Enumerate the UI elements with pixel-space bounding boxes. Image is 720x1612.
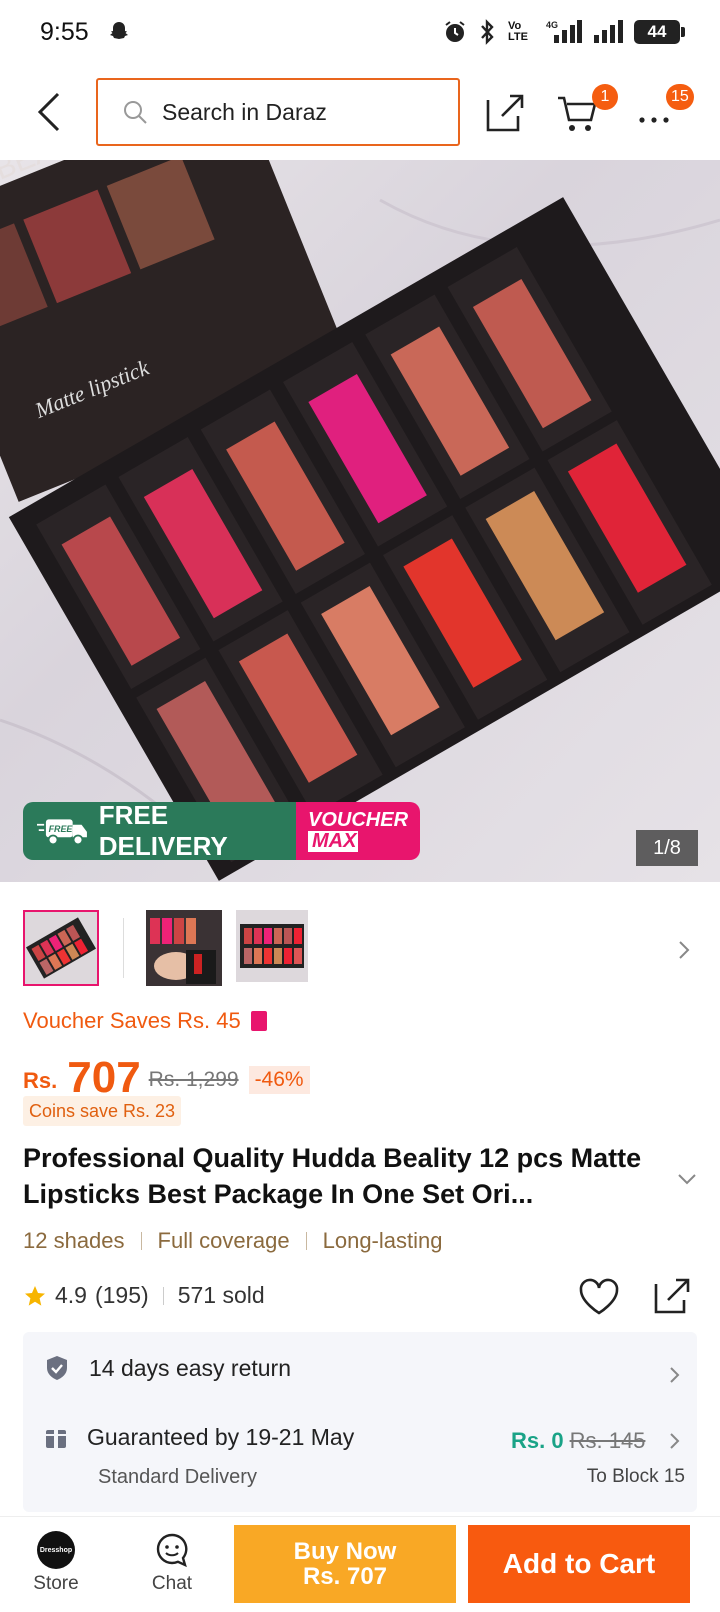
price-row: Rs. 707 Rs. 1,299 -46% xyxy=(23,1040,310,1100)
tag-divider xyxy=(140,1232,142,1250)
chat-label: Chat xyxy=(151,1573,193,1594)
rating-divider xyxy=(162,1286,164,1305)
bluetooth-icon xyxy=(481,19,494,45)
svg-text:4G: 4G xyxy=(546,20,558,30)
search-input[interactable]: Search in Daraz xyxy=(96,78,460,146)
delivery-fee: Rs. 0 Rs. 145 xyxy=(511,1428,645,1454)
voucher-tag-icon xyxy=(250,1011,267,1031)
original-price: Rs. 1,299 xyxy=(148,1068,239,1091)
more-badge: 15 xyxy=(666,84,694,110)
alarm-icon xyxy=(445,21,465,42)
expand-title-chevron-icon[interactable] xyxy=(676,1172,698,1186)
star-icon xyxy=(25,1285,45,1306)
store-logo-icon: Dresshop xyxy=(37,1531,75,1569)
delivery-fee-now: Rs. 0 xyxy=(511,1428,564,1453)
return-policy-row[interactable]: 14 days easy return xyxy=(43,1354,291,1382)
rating-row[interactable]: 4.9 (195) 571 sold xyxy=(23,1282,265,1309)
share-product-icon[interactable] xyxy=(652,1276,692,1316)
store-tab[interactable]: Dresshop Store xyxy=(16,1531,96,1595)
search-header: Search in Daraz 1 15 xyxy=(0,72,720,152)
thumbnail-1[interactable] xyxy=(23,910,99,986)
free-delivery-text: FREE DELIVERY xyxy=(98,802,228,860)
battery-indicator: 44 xyxy=(634,20,685,44)
guarantee-text: Guaranteed by 19-21 May xyxy=(87,1424,355,1450)
buy-now-label: Buy Now xyxy=(293,1538,397,1565)
lipstick-set-illustration: Matte lipstick BEAU xyxy=(0,160,720,881)
status-bar: 9:55 Vo LTE 4G 44 xyxy=(0,0,720,64)
back-arrow-icon[interactable] xyxy=(32,90,68,134)
image-counter: 1/8 xyxy=(636,830,698,866)
product-image[interactable]: Matte lipstick BEAU xyxy=(0,160,720,882)
chat-tab[interactable]: Chat xyxy=(132,1531,212,1595)
thumbnail-divider xyxy=(123,918,124,978)
tag-shades: 12 shades xyxy=(23,1228,125,1253)
coins-save-badge: Coins save Rs. 23 xyxy=(23,1096,182,1126)
shield-check-icon xyxy=(47,1356,67,1380)
product-title: Professional Quality Hudda Beality 12 pc… xyxy=(23,1143,642,1209)
price-amount: 707 xyxy=(67,1053,141,1102)
delivery-guarantee-row[interactable]: Guaranteed by 19-21 May xyxy=(43,1424,354,1451)
tag-coverage: Full coverage xyxy=(157,1228,290,1253)
return-chevron-icon[interactable] xyxy=(669,1366,681,1384)
delivery-truck-icon: FREE xyxy=(37,819,87,846)
status-icons: Vo LTE 4G 44 xyxy=(442,19,685,45)
review-count: (195) xyxy=(94,1282,149,1308)
wishlist-heart-icon[interactable] xyxy=(578,1278,620,1316)
status-time: 9:55 xyxy=(40,17,89,46)
volte-label: Vo LTE xyxy=(508,20,528,43)
promo-banner: FREE FREE DELIVERY VOUCHER MAX xyxy=(23,802,420,860)
delivery-destination: To Block 15 xyxy=(586,1466,685,1487)
thumbnail-3[interactable] xyxy=(236,910,312,986)
tag-long-lasting: Long-lasting xyxy=(322,1228,443,1253)
cart-badge: 1 xyxy=(592,84,618,110)
product-tags: 12 shades Full coverage Long-lasting xyxy=(23,1228,442,1254)
chat-bubble-icon xyxy=(156,1533,188,1568)
thumbnail-strip xyxy=(23,910,326,986)
discount-badge: -46% xyxy=(248,1066,310,1094)
delivery-chevron-icon[interactable] xyxy=(669,1432,681,1450)
search-icon xyxy=(124,101,147,124)
voucher-savings-text: Voucher Saves Rs. 45 xyxy=(23,1008,241,1033)
free-delivery-badge: FREE FREE DELIVERY xyxy=(23,802,296,860)
delivery-info-card: 14 days easy return Guaranteed by 19-21 … xyxy=(23,1332,697,1512)
tag-divider xyxy=(305,1232,307,1250)
share-icon[interactable] xyxy=(484,90,528,134)
search-placeholder: Search in Daraz xyxy=(162,98,327,125)
store-label: Store xyxy=(33,1573,79,1594)
delivery-fee-was: Rs. 145 xyxy=(569,1428,646,1453)
bottom-action-bar: Dresshop Store Chat Buy Now Rs. 707 Add … xyxy=(0,1516,720,1612)
snapchat-icon xyxy=(109,22,128,39)
sold-count: 571 sold xyxy=(177,1282,265,1308)
signal-icon-2 xyxy=(594,20,623,43)
buy-now-price: Rs. 707 xyxy=(302,1563,388,1590)
voucher-max-badge: VOUCHER MAX xyxy=(296,802,420,860)
voucher-savings[interactable]: Voucher Saves Rs. 45 xyxy=(23,1008,267,1034)
max-label: MAX xyxy=(308,831,358,852)
delivery-type: Standard Delivery xyxy=(98,1466,257,1488)
thumbnail-2[interactable] xyxy=(146,910,222,986)
rating-value: 4.9 xyxy=(55,1282,87,1308)
voucher-label: VOUCHER xyxy=(308,809,409,831)
buy-now-button[interactable]: Buy Now Rs. 707 xyxy=(234,1525,456,1603)
thumbnails-next-chevron-icon[interactable] xyxy=(676,938,692,962)
free-small-text: FREE xyxy=(49,824,74,834)
package-icon xyxy=(46,1429,66,1448)
add-to-cart-button[interactable]: Add to Cart xyxy=(468,1525,690,1603)
signal-icon-1: 4G xyxy=(546,20,582,43)
price-currency: Rs. xyxy=(23,1068,58,1093)
return-text: 14 days easy return xyxy=(89,1354,292,1381)
